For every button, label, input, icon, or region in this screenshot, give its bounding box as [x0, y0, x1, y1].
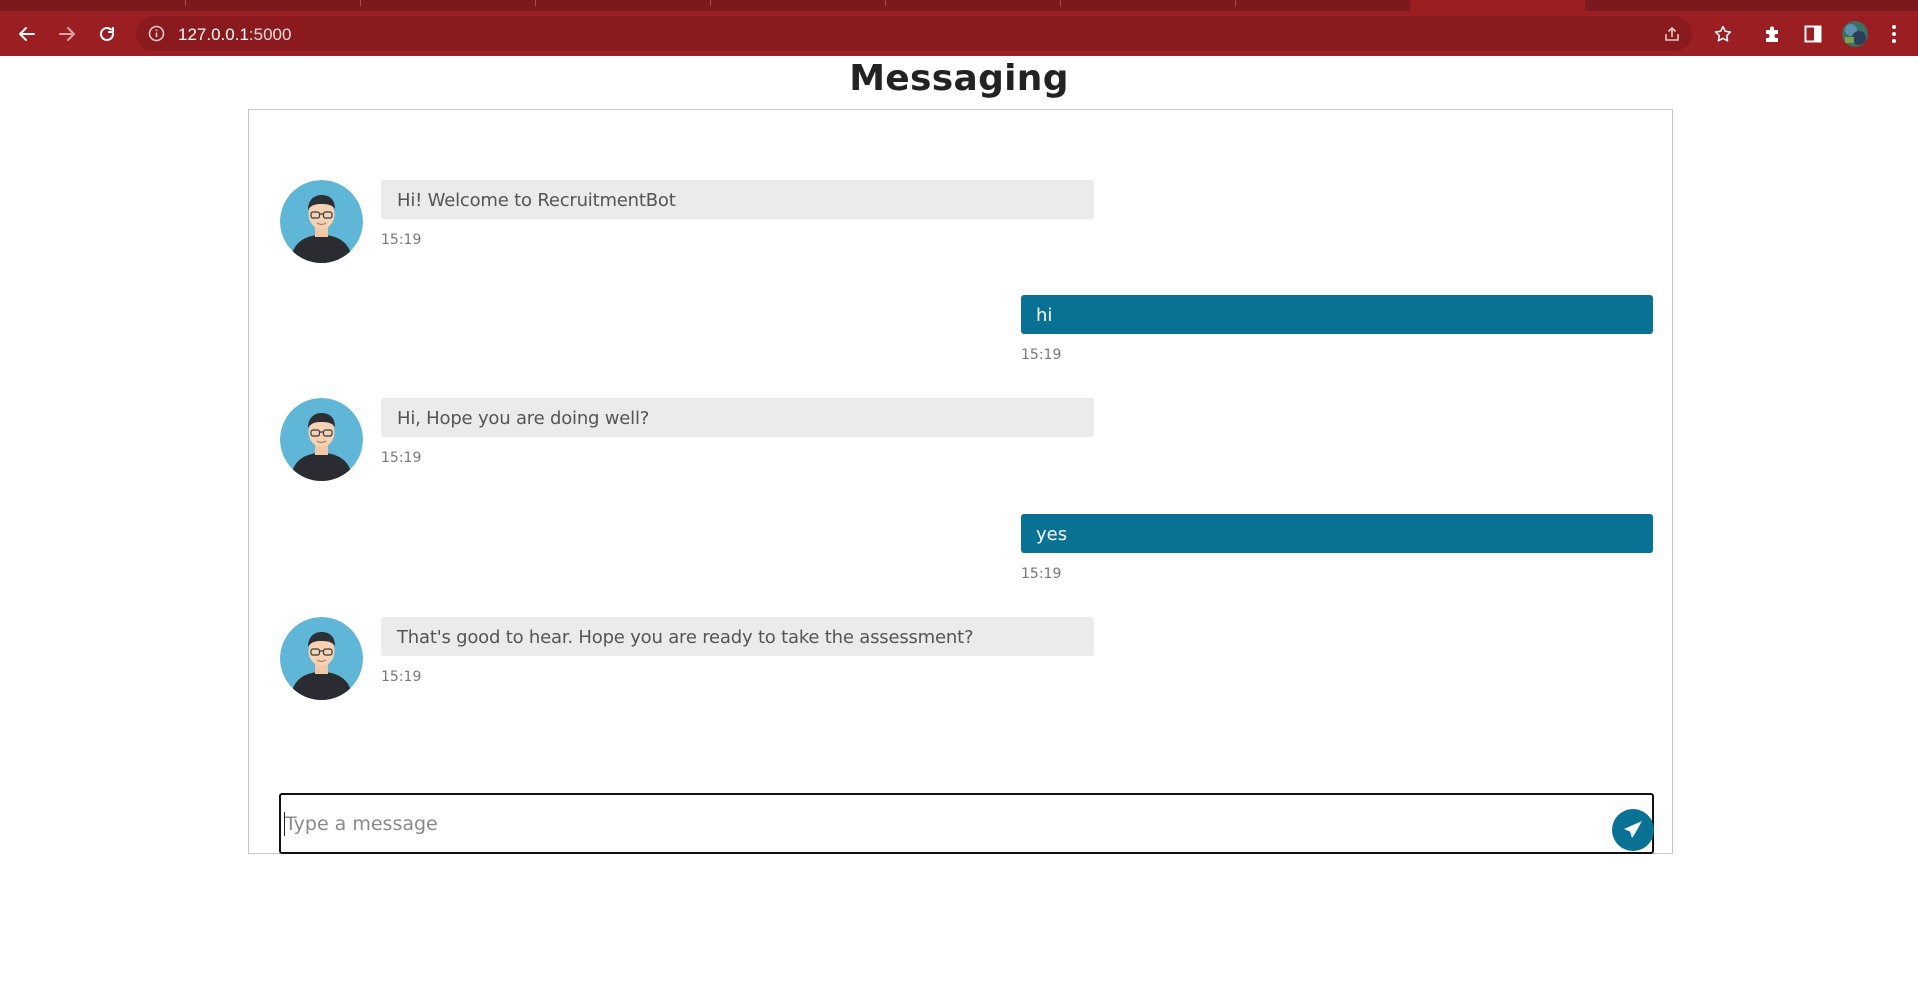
url-port: :5000	[248, 25, 292, 44]
bot-avatar	[280, 617, 363, 700]
tab-separator	[710, 0, 711, 6]
side-panel-icon	[1804, 25, 1822, 43]
message-bubble: That's good to hear. Hope you are ready …	[381, 617, 1094, 656]
bookmark-star-icon[interactable]	[1713, 24, 1733, 44]
reload-icon	[100, 26, 114, 41]
info-icon[interactable]	[148, 25, 165, 42]
tab-separator	[885, 0, 886, 6]
browser-menu-button[interactable]	[1882, 22, 1906, 46]
page-title: Messaging	[849, 58, 1069, 99]
message-bubble: hi	[1021, 295, 1653, 334]
message-timestamp: 15:19	[381, 669, 422, 685]
side-panel-button[interactable]	[1801, 22, 1825, 46]
paper-plane-icon	[1624, 821, 1642, 838]
send-button[interactable]	[1612, 809, 1654, 851]
message-user: yes 15:19	[1021, 514, 1653, 584]
user-avatar-icon	[280, 398, 363, 481]
message-composer	[279, 793, 1654, 854]
tab-separator	[1060, 0, 1061, 6]
message-bubble: yes	[1021, 514, 1653, 553]
forward-button[interactable]	[50, 17, 84, 51]
browser-toolbar: 127.0.0.1:5000	[0, 11, 1918, 56]
message-bot: Hi! Welcome to RecruitmentBot 15:19	[280, 180, 1100, 270]
bot-avatar	[280, 398, 363, 481]
message-timestamp: 15:19	[381, 450, 422, 466]
tab-strip	[0, 0, 1918, 11]
message-bubble: Hi! Welcome to RecruitmentBot	[381, 180, 1094, 219]
extensions-icon	[1766, 26, 1778, 42]
tab-separator	[185, 0, 186, 6]
message-timestamp: 15:19	[1021, 347, 1062, 363]
profile-avatar[interactable]	[1842, 21, 1868, 47]
tab-separator	[535, 0, 536, 6]
reload-button[interactable]	[90, 17, 124, 51]
tab-separator	[1235, 0, 1236, 6]
message-timestamp: 15:19	[381, 232, 422, 248]
back-button[interactable]	[10, 17, 44, 51]
bot-avatar	[280, 180, 363, 263]
user-avatar-icon	[280, 617, 363, 700]
active-tab[interactable]	[1410, 0, 1585, 11]
message-timestamp: 15:19	[1021, 566, 1062, 582]
back-arrow-icon	[19, 27, 35, 41]
tab-separator	[360, 0, 361, 6]
share-icon[interactable]	[1662, 24, 1682, 44]
address-bar[interactable]: 127.0.0.1:5000	[136, 16, 1692, 51]
message-bot: Hi, Hope you are doing well? 15:19	[280, 398, 1100, 488]
text-caret	[284, 812, 285, 836]
message-bot: That's good to hear. Hope you are ready …	[280, 617, 1100, 707]
url-host: 127.0.0.1	[178, 25, 249, 44]
message-user: hi 15:19	[1021, 295, 1653, 365]
profile-picture-icon	[1842, 21, 1868, 47]
message-input[interactable]	[283, 805, 1583, 843]
url-text: 127.0.0.1:5000	[178, 25, 291, 45]
kebab-menu-icon	[1892, 25, 1896, 43]
message-bubble: Hi, Hope you are doing well?	[381, 398, 1094, 437]
forward-arrow-icon	[59, 27, 75, 41]
user-avatar-icon	[280, 180, 363, 263]
extensions-button[interactable]	[1760, 22, 1784, 46]
